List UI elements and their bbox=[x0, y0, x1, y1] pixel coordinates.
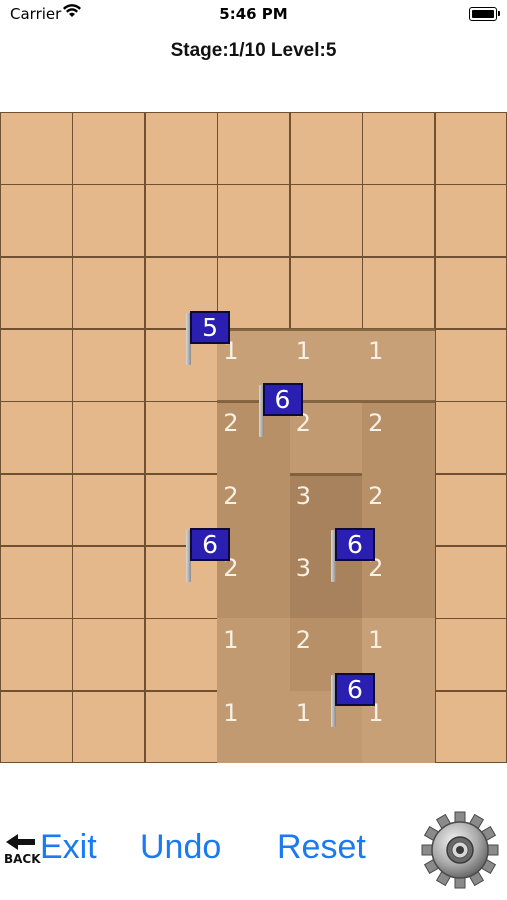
covered-tile[interactable] bbox=[72, 546, 146, 619]
cell-number: 1 bbox=[223, 626, 239, 655]
covered-tile[interactable] bbox=[144, 401, 218, 475]
open-cell[interactable]: 2 bbox=[362, 401, 436, 475]
covered-tile[interactable] bbox=[72, 473, 146, 547]
covered-tile[interactable] bbox=[434, 184, 507, 258]
covered-tile[interactable] bbox=[0, 690, 73, 764]
flag-marker[interactable]: 6 bbox=[258, 383, 307, 441]
covered-tile[interactable] bbox=[434, 546, 507, 619]
flag-marker[interactable]: 6 bbox=[330, 672, 379, 731]
flag-marker[interactable]: 6 bbox=[330, 528, 379, 586]
terrain-ridge bbox=[217, 400, 435, 404]
cell-number: 3 bbox=[295, 554, 311, 582]
cell-number: 1 bbox=[223, 698, 239, 727]
gear-icon[interactable] bbox=[420, 810, 500, 890]
covered-tile[interactable] bbox=[72, 184, 146, 258]
covered-tile[interactable] bbox=[434, 401, 507, 475]
battery-icon bbox=[469, 7, 500, 21]
covered-tile[interactable] bbox=[289, 256, 363, 330]
cell-number: 2 bbox=[368, 409, 384, 438]
covered-tile[interactable] bbox=[434, 112, 507, 185]
covered-tile[interactable] bbox=[362, 256, 436, 330]
back-button[interactable]: BACK bbox=[4, 832, 41, 866]
flag-label: 5 bbox=[190, 311, 231, 344]
cell-number: 2 bbox=[368, 481, 384, 510]
covered-tile[interactable] bbox=[434, 329, 507, 402]
cell-number: 2 bbox=[223, 409, 239, 438]
covered-tile[interactable] bbox=[0, 184, 73, 258]
open-cell[interactable]: 1 bbox=[362, 329, 436, 402]
bottom-toolbar: BACK Exit Undo Reset bbox=[0, 790, 507, 900]
back-label: BACK bbox=[4, 852, 41, 866]
status-bar: Carrier 5:46 PM bbox=[0, 0, 507, 28]
covered-tile[interactable] bbox=[362, 184, 436, 258]
covered-tile[interactable] bbox=[72, 690, 146, 764]
covered-tile[interactable] bbox=[144, 184, 218, 258]
covered-tile[interactable] bbox=[434, 690, 507, 764]
cell-number: 1 bbox=[295, 698, 311, 727]
covered-tile[interactable] bbox=[72, 112, 146, 185]
covered-tile[interactable] bbox=[72, 329, 146, 402]
covered-tile[interactable] bbox=[0, 546, 73, 619]
cell-number: 2 bbox=[223, 481, 239, 510]
covered-tile[interactable] bbox=[434, 473, 507, 547]
flag-marker[interactable]: 6 bbox=[186, 528, 234, 586]
cell-number: 1 bbox=[295, 337, 311, 365]
game-board[interactable]: 11122223223212111156666 bbox=[0, 112, 507, 764]
covered-tile[interactable] bbox=[217, 112, 291, 185]
covered-tile[interactable] bbox=[0, 473, 73, 547]
covered-tile[interactable] bbox=[217, 184, 291, 258]
covered-tile[interactable] bbox=[0, 112, 73, 185]
cell-number: 3 bbox=[295, 481, 311, 510]
flag-marker[interactable]: 5 bbox=[186, 311, 234, 369]
undo-button[interactable]: Undo bbox=[140, 828, 221, 867]
reset-button[interactable]: Reset bbox=[277, 828, 366, 867]
cell-number: 1 bbox=[368, 337, 384, 365]
covered-tile[interactable] bbox=[72, 401, 146, 475]
flag-label: 6 bbox=[262, 383, 303, 417]
terrain-ridge bbox=[217, 328, 435, 331]
covered-tile[interactable] bbox=[362, 112, 436, 185]
covered-tile[interactable] bbox=[0, 401, 73, 475]
covered-tile[interactable] bbox=[72, 256, 146, 330]
open-cell[interactable]: 1 bbox=[217, 618, 291, 692]
covered-tile[interactable] bbox=[0, 618, 73, 692]
open-cell[interactable]: 1 bbox=[217, 690, 291, 764]
covered-tile[interactable] bbox=[144, 112, 218, 185]
flag-label: 6 bbox=[334, 672, 375, 706]
cell-number: 1 bbox=[368, 626, 384, 655]
flag-label: 6 bbox=[334, 528, 375, 561]
covered-tile[interactable] bbox=[144, 618, 218, 692]
covered-tile[interactable] bbox=[0, 256, 73, 330]
covered-tile[interactable] bbox=[434, 256, 507, 330]
stage-level-title: Stage:1/10 Level:5 bbox=[170, 40, 337, 61]
status-time: 5:46 PM bbox=[219, 5, 288, 23]
covered-tile[interactable] bbox=[289, 184, 363, 258]
exit-button[interactable]: Exit bbox=[40, 828, 97, 867]
flag-label: 6 bbox=[190, 528, 231, 561]
covered-tile[interactable] bbox=[0, 329, 73, 402]
cell-number: 2 bbox=[295, 626, 311, 655]
covered-tile[interactable] bbox=[144, 690, 218, 764]
covered-tile[interactable] bbox=[289, 112, 363, 185]
covered-tile[interactable] bbox=[434, 618, 507, 692]
covered-tile[interactable] bbox=[72, 618, 146, 692]
terrain-ridge bbox=[289, 472, 363, 476]
